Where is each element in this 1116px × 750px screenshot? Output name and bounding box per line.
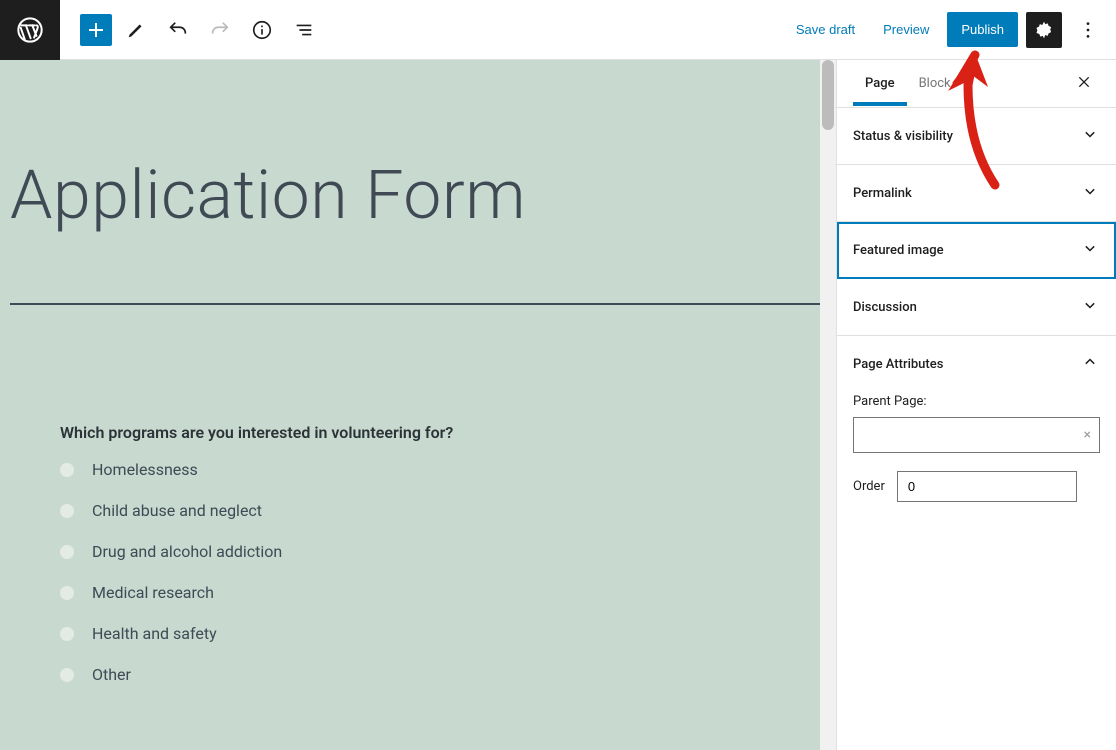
form-option-label: Other [92,665,131,684]
panel-title: Page Attributes [853,357,943,372]
toolbar-right: Save draft Preview Publish [786,12,1116,48]
radio-circle-icon[interactable] [60,545,74,559]
close-icon [1076,74,1092,90]
add-block-button[interactable] [80,14,112,46]
form-option[interactable]: Medical research [60,583,776,602]
form-option[interactable]: Other [60,665,776,684]
form-option[interactable]: Drug and alcohol addiction [60,542,776,561]
panel-title: Permalink [853,186,912,201]
tab-block[interactable]: Block [907,62,963,105]
chevron-down-icon [1080,124,1100,148]
editor-topbar: Save draft Preview Publish [0,0,1116,60]
undo-icon [167,19,189,41]
publish-button[interactable]: Publish [947,12,1018,47]
content-area: Application Form Which programs are you … [0,60,1116,750]
chevron-down-icon [1080,181,1100,205]
settings-button[interactable] [1026,12,1062,48]
tab-page[interactable]: Page [853,62,907,106]
form-question-label: Which programs are you interested in vol… [60,423,776,442]
form-option-label: Medical research [92,583,214,602]
panel-discussion[interactable]: Discussion [837,279,1116,336]
toolbar-left [60,12,322,48]
settings-sidebar: Page Block Status & visibility Permalink… [836,60,1116,750]
panel-permalink[interactable]: Permalink [837,165,1116,222]
radio-circle-icon[interactable] [60,463,74,477]
wordpress-icon [16,16,44,44]
panel-featured-image[interactable]: Featured image [837,222,1116,279]
close-sidebar-button[interactable] [1068,66,1100,102]
info-button[interactable] [244,12,280,48]
page-title[interactable]: Application Form [0,60,836,235]
plus-icon [84,18,108,42]
order-input[interactable] [897,471,1077,502]
sidebar-tabs: Page Block [837,60,1116,108]
clear-parent-button[interactable]: × [1084,427,1091,443]
radio-circle-icon[interactable] [60,627,74,641]
scrollbar-thumb[interactable] [822,60,834,130]
save-draft-button[interactable]: Save draft [786,14,865,45]
chevron-down-icon [1080,295,1100,319]
kebab-icon [1077,19,1099,41]
pencil-icon [125,19,147,41]
editor-canvas[interactable]: Application Form Which programs are you … [0,60,836,750]
panel-title: Discussion [853,300,917,315]
order-label: Order [853,479,885,494]
panel-page-attributes: Page Attributes Parent Page: × Order [837,336,1116,518]
panel-title: Featured image [853,243,944,258]
radio-circle-icon[interactable] [60,586,74,600]
radio-circle-icon[interactable] [60,504,74,518]
list-view-icon [293,19,315,41]
preview-button[interactable]: Preview [873,14,939,45]
scrollbar-track[interactable] [820,60,836,750]
redo-button[interactable] [202,12,238,48]
panel-title: Status & visibility [853,129,953,144]
parent-page-select[interactable]: × [853,417,1100,453]
wordpress-logo[interactable] [0,0,60,60]
edit-mode-button[interactable] [118,12,154,48]
chevron-down-icon [1080,238,1100,262]
parent-page-label: Parent Page: [853,394,1100,409]
more-options-button[interactable] [1070,12,1106,48]
gear-icon [1034,20,1054,40]
panel-status-visibility[interactable]: Status & visibility [837,108,1116,165]
info-icon [251,19,273,41]
radio-circle-icon[interactable] [60,668,74,682]
form-option-label: Homelessness [92,460,198,479]
redo-icon [209,19,231,41]
undo-button[interactable] [160,12,196,48]
outline-button[interactable] [286,12,322,48]
form-option[interactable]: Health and safety [60,624,776,643]
form-block[interactable]: Which programs are you interested in vol… [0,305,836,684]
form-option-label: Drug and alcohol addiction [92,542,282,561]
chevron-up-icon [1080,352,1100,376]
form-option-label: Health and safety [92,624,217,643]
form-option[interactable]: Child abuse and neglect [60,501,776,520]
panel-header[interactable]: Page Attributes [853,352,1100,376]
form-option-label: Child abuse and neglect [92,501,262,520]
order-row: Order [853,471,1100,502]
form-option[interactable]: Homelessness [60,460,776,479]
